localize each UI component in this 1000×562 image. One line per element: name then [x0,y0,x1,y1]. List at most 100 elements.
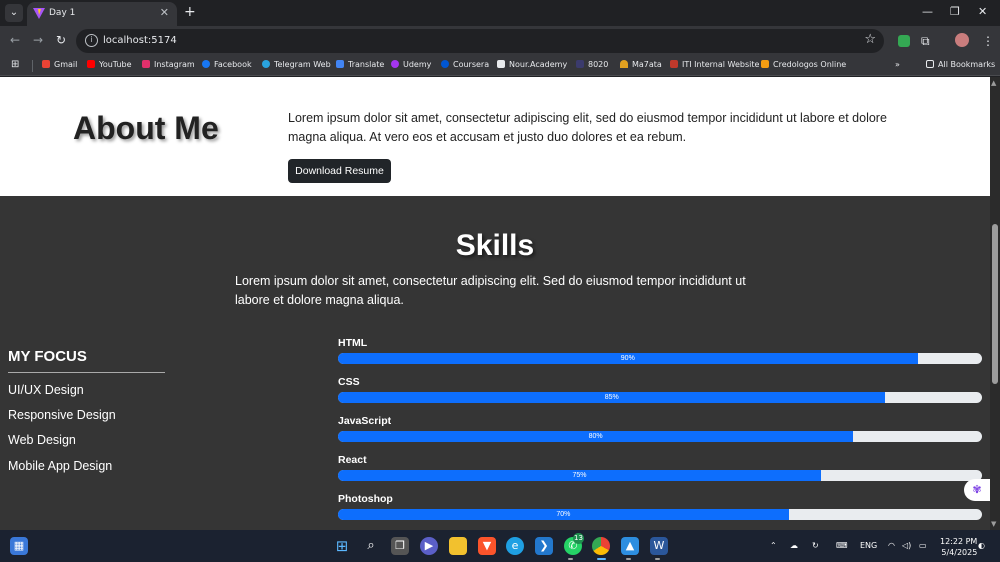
url-text: localhost:5174 [103,35,177,46]
tray-overflow-icon[interactable]: ⌃ [770,541,777,550]
back-icon[interactable]: ← [10,33,20,47]
sync-icon[interactable]: ↻ [812,541,819,550]
iti-icon [670,60,678,68]
skill-javascript: JavaScript 80% [338,415,982,449]
restore-icon[interactable]: ❐ [950,5,960,18]
wifi-icon[interactable]: ◠ [888,541,895,550]
download-resume-button[interactable]: Download Resume [288,159,391,183]
browser-tab-bar: ⌄ Day 1 ✕ + — ❐ ✕ [0,0,1000,26]
widgets-icon[interactable]: ▦ [10,537,28,555]
ma7ata-icon [620,60,628,68]
running-indicator [568,558,573,560]
about-title: About Me [73,110,219,146]
more-bookmarks-icon[interactable]: » [895,60,900,69]
skills-title: Skills [455,229,535,262]
address-bar[interactable]: i localhost:5174 ☆ [76,29,884,53]
skill-name: JavaScript [338,415,392,427]
floating-extension-icon[interactable]: ✾ [964,479,990,501]
udemy-icon [391,60,399,68]
bookmarks-bar: ⊞ Gmail YouTube Instagram Facebook Teleg… [0,56,1000,76]
bookmark-ma7ata[interactable]: Ma7ata [620,60,662,69]
menu-dots-icon[interactable]: ⋮ [982,34,994,48]
vite-icon [33,8,45,19]
bookmark-udemy[interactable]: Udemy [391,60,431,69]
photos-icon[interactable]: ▲ [621,537,639,555]
progress-track: 75% [338,470,982,481]
8020-icon [576,60,584,68]
bookmark-8020[interactable]: 8020 [576,60,608,69]
bookmark-credologos[interactable]: Credologos Online [761,60,846,69]
vscode-icon[interactable]: ❯ [535,537,553,555]
clock-date: 5/4/2025 [941,548,978,557]
task-view-icon[interactable]: ❐ [391,537,409,555]
notification-icon[interactable]: ◐ [978,541,985,550]
bookmark-iti[interactable]: ITI Internal Website [670,60,759,69]
chrome-icon[interactable] [592,537,610,555]
brave-icon[interactable]: ▼ [478,537,496,555]
bookmark-facebook[interactable]: Facebook [202,60,252,69]
forward-icon[interactable]: → [33,33,43,47]
focus-item: Responsive Design [8,408,116,422]
telegram-icon [262,60,270,68]
skill-name: React [338,454,367,466]
bookmark-telegram[interactable]: Telegram Web [262,60,331,69]
skill-name: Photoshop [338,493,393,505]
extension-icon[interactable] [898,35,910,47]
web-page: About Me Lorem ipsum dolor sit amet, con… [0,77,990,530]
file-explorer-icon[interactable] [449,537,467,555]
volume-icon[interactable]: ◁) [902,541,911,550]
focus-item: Web Design [8,433,76,447]
word-icon[interactable]: W [650,537,668,555]
browser-tab[interactable]: Day 1 ✕ [27,2,177,26]
translate-icon [336,60,344,68]
bookmark-instagram[interactable]: Instagram [142,60,195,69]
folder-icon [926,60,934,68]
youtube-icon [87,60,95,68]
extensions-puzzle-icon[interactable]: ⧉ [921,34,930,48]
bookmarks-divider [32,60,33,72]
system-clock[interactable]: 12:22 PM 5/4/2025 [940,536,977,558]
bookmark-youtube[interactable]: YouTube [87,60,132,69]
bookmark-translate[interactable]: Translate [336,60,384,69]
bookmark-coursera[interactable]: Coursera [441,60,489,69]
scroll-thumb[interactable] [992,224,998,384]
facebook-icon [202,60,210,68]
site-info-icon[interactable]: i [85,34,98,47]
all-bookmarks-folder[interactable]: All Bookmarks [926,60,995,69]
scroll-up-icon[interactable]: ▲ [991,79,996,87]
start-icon[interactable]: ⊞ [333,537,351,555]
tab-search-icon[interactable]: ⌄ [5,4,23,22]
progress-track: 70% [338,509,982,520]
minimize-icon[interactable]: — [922,5,933,18]
scroll-down-icon[interactable]: ▼ [991,520,996,528]
progress-track: 80% [338,431,982,442]
page-scrollbar[interactable]: ▲ ▼ [990,77,1000,530]
search-icon[interactable]: ⌕ [362,537,380,555]
focus-item: Mobile App Design [8,459,113,473]
instagram-icon [142,60,150,68]
apps-grid-icon[interactable]: ⊞ [11,59,19,70]
credologos-icon [761,60,769,68]
keyboard-icon[interactable]: ⌨ [836,541,848,550]
teams-icon[interactable]: ▶ [420,537,438,555]
tab-title: Day 1 [49,8,76,18]
progress-fill: 90% [338,353,918,364]
battery-icon[interactable]: ▭ [919,541,927,550]
close-icon[interactable]: ✕ [160,6,169,19]
progress-fill: 75% [338,470,821,481]
browser-toolbar: ← → ↻ i localhost:5174 ☆ ⧉ ⋮ [0,26,1000,56]
bookmark-gmail[interactable]: Gmail [42,60,77,69]
profile-avatar-icon[interactable] [955,33,969,47]
weather-cloud-icon[interactable]: ☁ [790,541,798,550]
windows-taskbar: ▦ ⊞ ⌕ ❐ ▶ ▼ e ❯ ✆ 13 ▲ W ⌃ ☁ ↻ ⌨ ENG ◠ ◁… [0,530,1000,562]
gmail-icon [42,60,50,68]
new-tab-icon[interactable]: + [184,4,196,20]
reload-icon[interactable]: ↻ [56,33,66,47]
running-indicator [655,558,660,560]
bookmark-star-icon[interactable]: ☆ [864,32,876,47]
language-indicator[interactable]: ENG [860,541,877,550]
edge-icon[interactable]: e [506,537,524,555]
bookmark-nour-academy[interactable]: Nour.Academy [497,60,567,69]
about-section: About Me Lorem ipsum dolor sit amet, con… [0,77,990,196]
window-close-icon[interactable]: ✕ [978,5,987,18]
